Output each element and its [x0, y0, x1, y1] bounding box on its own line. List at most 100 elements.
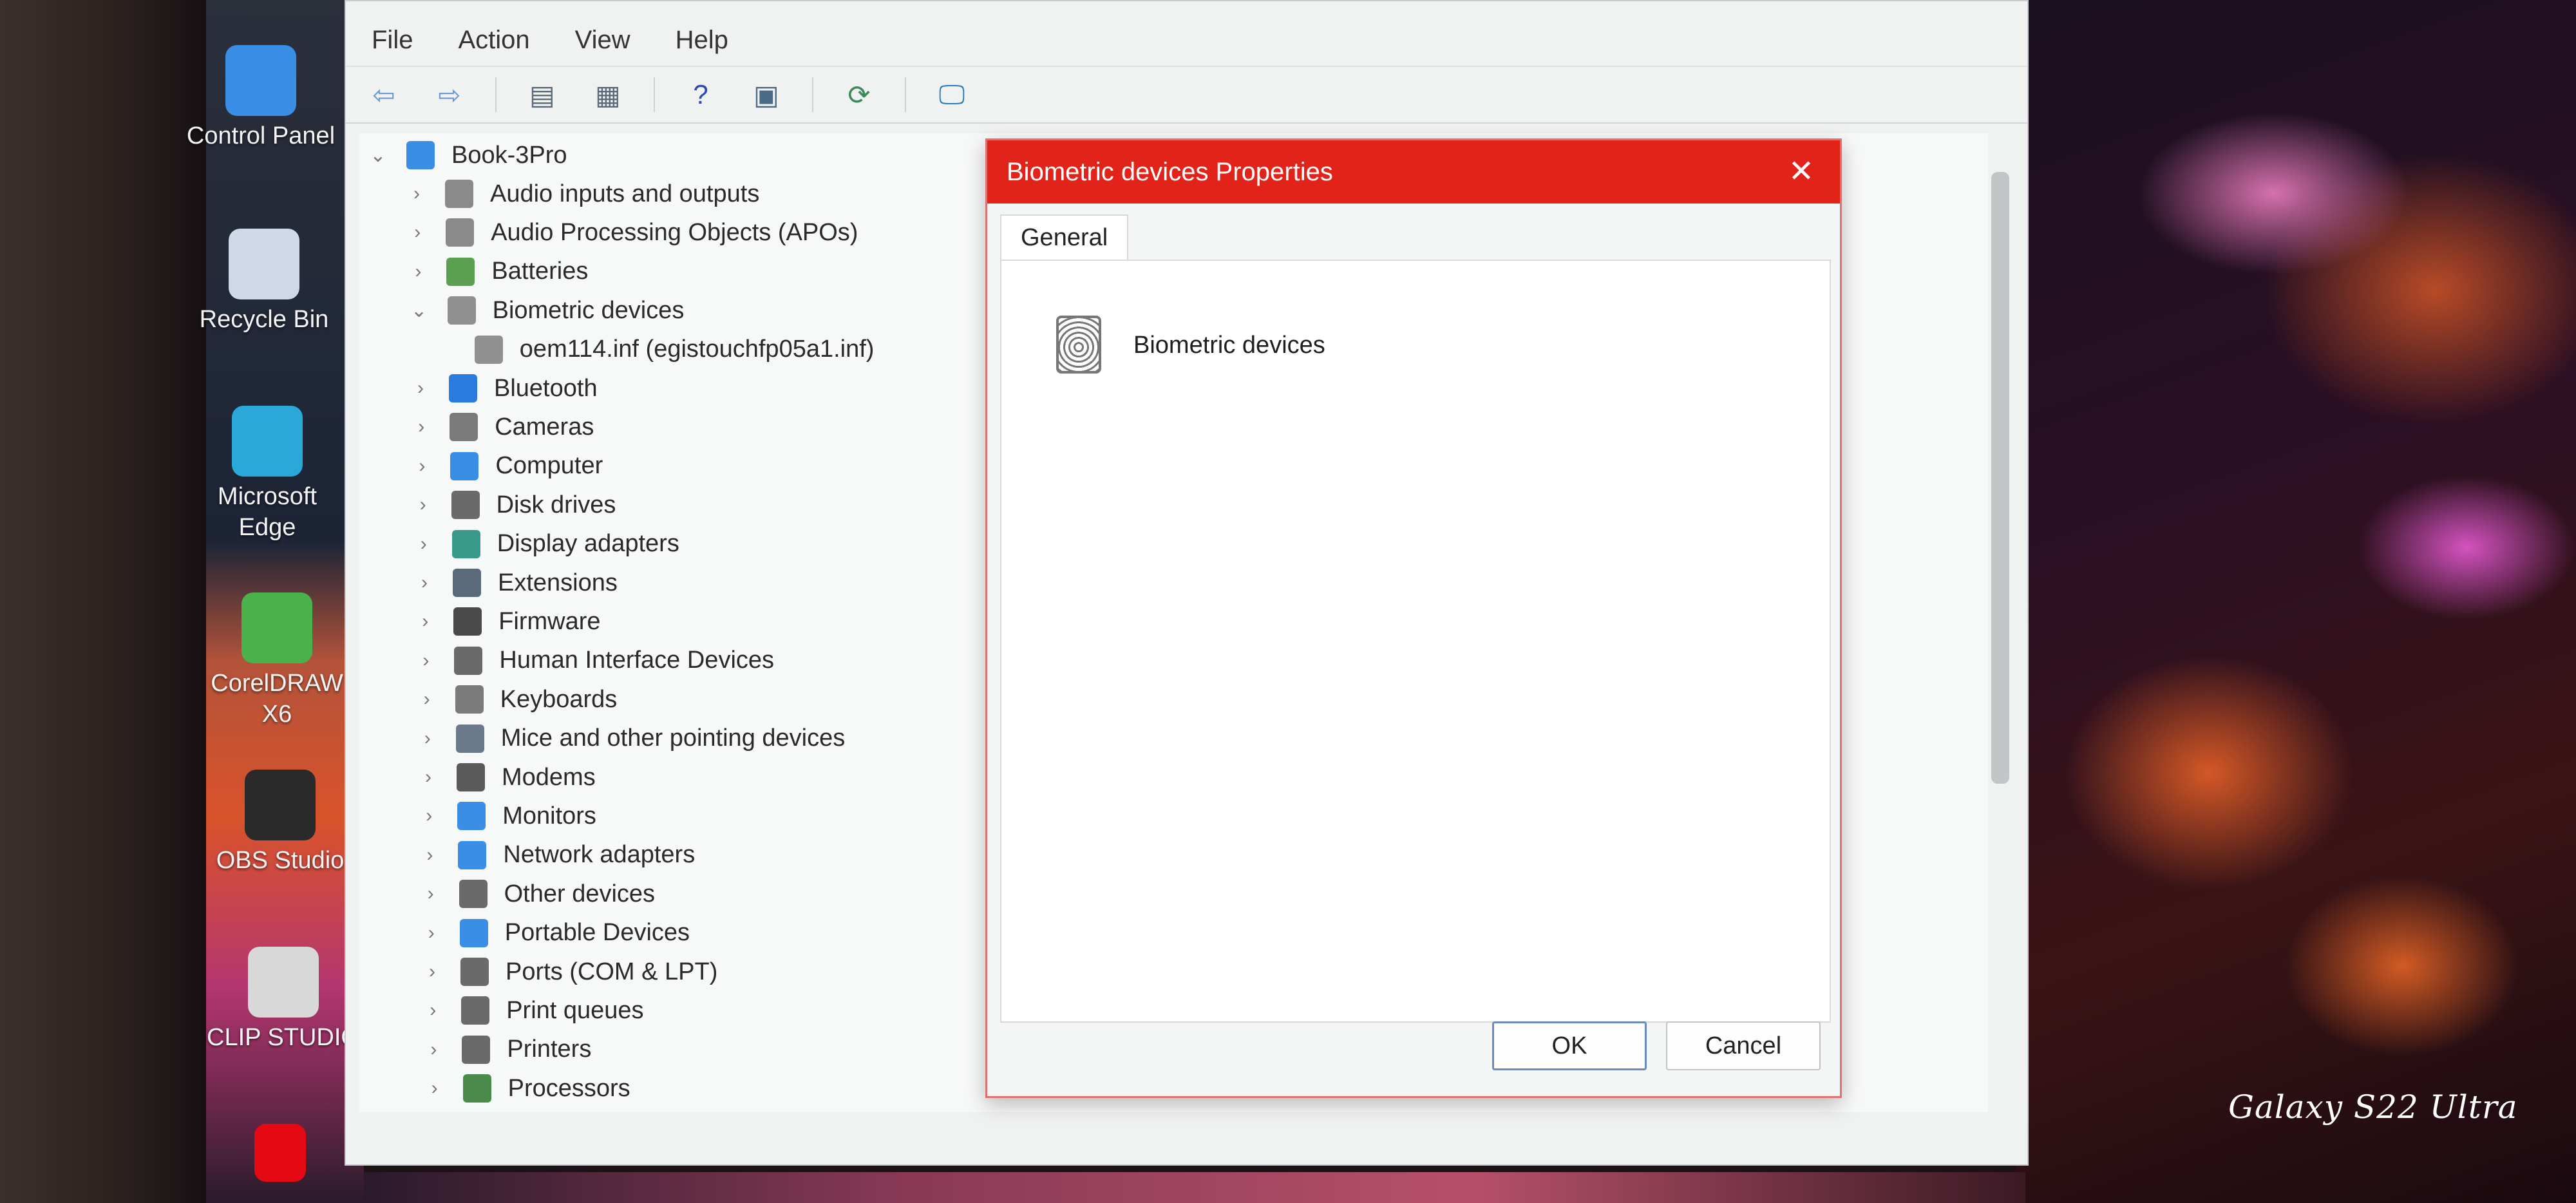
desktop-icon-edge[interactable]: Microsoft Edge — [187, 406, 348, 543]
chevron-right-icon[interactable]: › — [405, 261, 431, 283]
netflix-icon — [254, 1124, 306, 1182]
tree-category[interactable]: › Keyboards — [414, 681, 617, 718]
tree-item-label: Monitors — [502, 802, 596, 829]
tree-category[interactable]: › Portable Devices — [419, 914, 690, 952]
chevron-right-icon[interactable]: › — [408, 416, 434, 438]
chevron-right-icon[interactable]: › — [413, 650, 439, 672]
tree-category[interactable]: › Monitors — [416, 797, 596, 835]
tree-category[interactable]: › Extensions — [412, 564, 618, 602]
menu-bar: File Action View Help — [346, 14, 2027, 66]
chevron-right-icon[interactable]: › — [415, 766, 441, 788]
properties-icon[interactable]: ▦ — [588, 75, 628, 115]
chevron-right-icon[interactable]: › — [404, 222, 430, 243]
chevron-right-icon[interactable]: › — [418, 883, 444, 905]
tree-item-label: Modems — [502, 763, 596, 791]
tree-category[interactable]: ⌄ Biometric devices — [406, 292, 684, 329]
tree-category[interactable]: › Network adapters — [417, 837, 695, 874]
chevron-right-icon[interactable]: › — [421, 1039, 446, 1061]
monitor-icon[interactable]: 🖵 — [932, 75, 972, 115]
chevron-right-icon[interactable]: › — [414, 688, 440, 710]
fingerprint-icon — [474, 335, 503, 364]
action-pane-icon[interactable]: ▣ — [746, 75, 786, 115]
chevron-down-icon[interactable]: ⌄ — [365, 144, 391, 167]
tree-item-label: Network adapters — [503, 841, 696, 869]
chevron-right-icon[interactable]: › — [408, 377, 433, 399]
chevron-right-icon[interactable]: › — [412, 611, 438, 632]
dialog-title-bar[interactable]: Biometric devices Properties — [987, 140, 1840, 204]
menu-action[interactable]: Action — [458, 26, 529, 55]
chevron-right-icon[interactable]: › — [412, 572, 437, 594]
bluetooth-icon — [449, 374, 477, 403]
desktop-icon-clip-studio[interactable]: CLIP STUDIO — [203, 947, 364, 1054]
tree-category[interactable]: ›SAMSUNG Android Phone — [422, 1109, 800, 1112]
scrollbar[interactable] — [1991, 172, 2009, 784]
tree-category[interactable]: › Modems — [415, 759, 596, 796]
tree-category[interactable]: › Bluetooth — [408, 370, 598, 407]
chevron-right-icon[interactable]: › — [404, 183, 430, 205]
toolbar-separator — [654, 77, 655, 112]
chevron-right-icon[interactable]: › — [417, 844, 442, 866]
tree-category[interactable]: › Audio inputs and outputs — [404, 175, 759, 213]
close-icon[interactable]: ✕ — [1782, 152, 1821, 191]
desktop-icon-label: Microsoft Edge — [217, 483, 317, 541]
desktop-icon-obs[interactable]: OBS Studio — [200, 770, 361, 876]
tree-category[interactable]: › Printers — [421, 1031, 591, 1068]
tree-child-item[interactable]: oem114.inf (egistouchfp05a1.inf) — [474, 331, 874, 368]
desktop-icon-control-panel[interactable]: Control Panel — [180, 45, 341, 152]
tree-category[interactable]: › Processors — [422, 1070, 630, 1107]
chevron-right-icon[interactable]: › — [420, 999, 446, 1021]
tree-category[interactable]: › Print queues — [420, 992, 644, 1029]
dialog-title: Biometric devices Properties — [1007, 157, 1333, 186]
desktop-icon-recycle-bin[interactable]: Recycle Bin — [184, 229, 345, 336]
tree-category[interactable]: › Ports (COM & LPT) — [419, 953, 717, 990]
disk-icon — [451, 491, 480, 520]
chevron-right-icon[interactable]: › — [419, 922, 444, 944]
clip-studio-icon — [248, 947, 319, 1018]
chevron-right-icon[interactable]: › — [416, 805, 442, 827]
tree-category[interactable]: › Batteries — [405, 253, 588, 290]
cancel-button[interactable]: Cancel — [1666, 1021, 1821, 1070]
properties-dialog: Biometric devices Properties ✕ General B… — [985, 138, 1842, 1098]
chevron-right-icon[interactable]: › — [422, 1077, 448, 1099]
desktop-icon-coreldraw[interactable]: CorelDRAW X6 — [196, 592, 357, 730]
toolbar-separator — [905, 77, 906, 112]
tree-category[interactable]: › Cameras — [408, 408, 594, 446]
keyboard-icon — [455, 685, 484, 714]
fingerprint-icon — [1056, 316, 1101, 374]
chevron-right-icon[interactable]: › — [409, 455, 435, 477]
chevron-down-icon[interactable]: ⌄ — [406, 299, 432, 322]
chevron-right-icon[interactable]: › — [411, 533, 437, 555]
tree-root-label: Book-3Pro — [451, 141, 567, 169]
show-hide-console-tree-icon[interactable]: ▤ — [522, 75, 562, 115]
forward-arrow-icon[interactable]: ⇨ — [430, 75, 469, 115]
menu-view[interactable]: View — [575, 26, 630, 55]
photo-background-left — [0, 0, 206, 1203]
tree-category[interactable]: › Other devices — [418, 875, 655, 913]
tree-category[interactable]: › Mice and other pointing devices — [415, 720, 845, 757]
tree-category[interactable]: › Firmware — [412, 603, 601, 640]
chevron-right-icon[interactable]: › — [419, 961, 445, 983]
tab-general[interactable]: General — [1000, 214, 1129, 260]
tree-category[interactable]: › Display adapters — [411, 526, 679, 563]
tree-category[interactable]: › Disk drives — [410, 486, 616, 524]
tree-category[interactable]: › Audio Processing Objects (APOs) — [404, 214, 858, 251]
scan-hardware-icon[interactable]: ⟳ — [839, 75, 879, 115]
chevron-right-icon[interactable]: › — [415, 728, 440, 750]
back-arrow-icon[interactable]: ⇦ — [364, 75, 404, 115]
menu-file[interactable]: File — [372, 26, 413, 55]
tree-item-label: Processors — [507, 1074, 630, 1102]
extensions-icon — [453, 569, 481, 597]
help-icon[interactable]: ? — [681, 75, 721, 115]
coreldraw-icon — [242, 592, 312, 663]
tree-item-label: Ports (COM & LPT) — [506, 958, 718, 985]
tree-item-label: Computer — [495, 452, 603, 480]
chevron-right-icon[interactable]: › — [410, 494, 436, 516]
tree-root[interactable]: ⌄ Book-3Pro — [365, 137, 567, 174]
dialog-tabs: General — [1000, 214, 1129, 260]
tree-category[interactable]: › Computer — [409, 448, 603, 485]
menu-help[interactable]: Help — [676, 26, 728, 55]
computer-icon — [450, 451, 479, 480]
tree-category[interactable]: › Human Interface Devices — [413, 642, 774, 679]
portable-device-icon — [459, 918, 488, 947]
ok-button[interactable]: OK — [1492, 1021, 1647, 1070]
